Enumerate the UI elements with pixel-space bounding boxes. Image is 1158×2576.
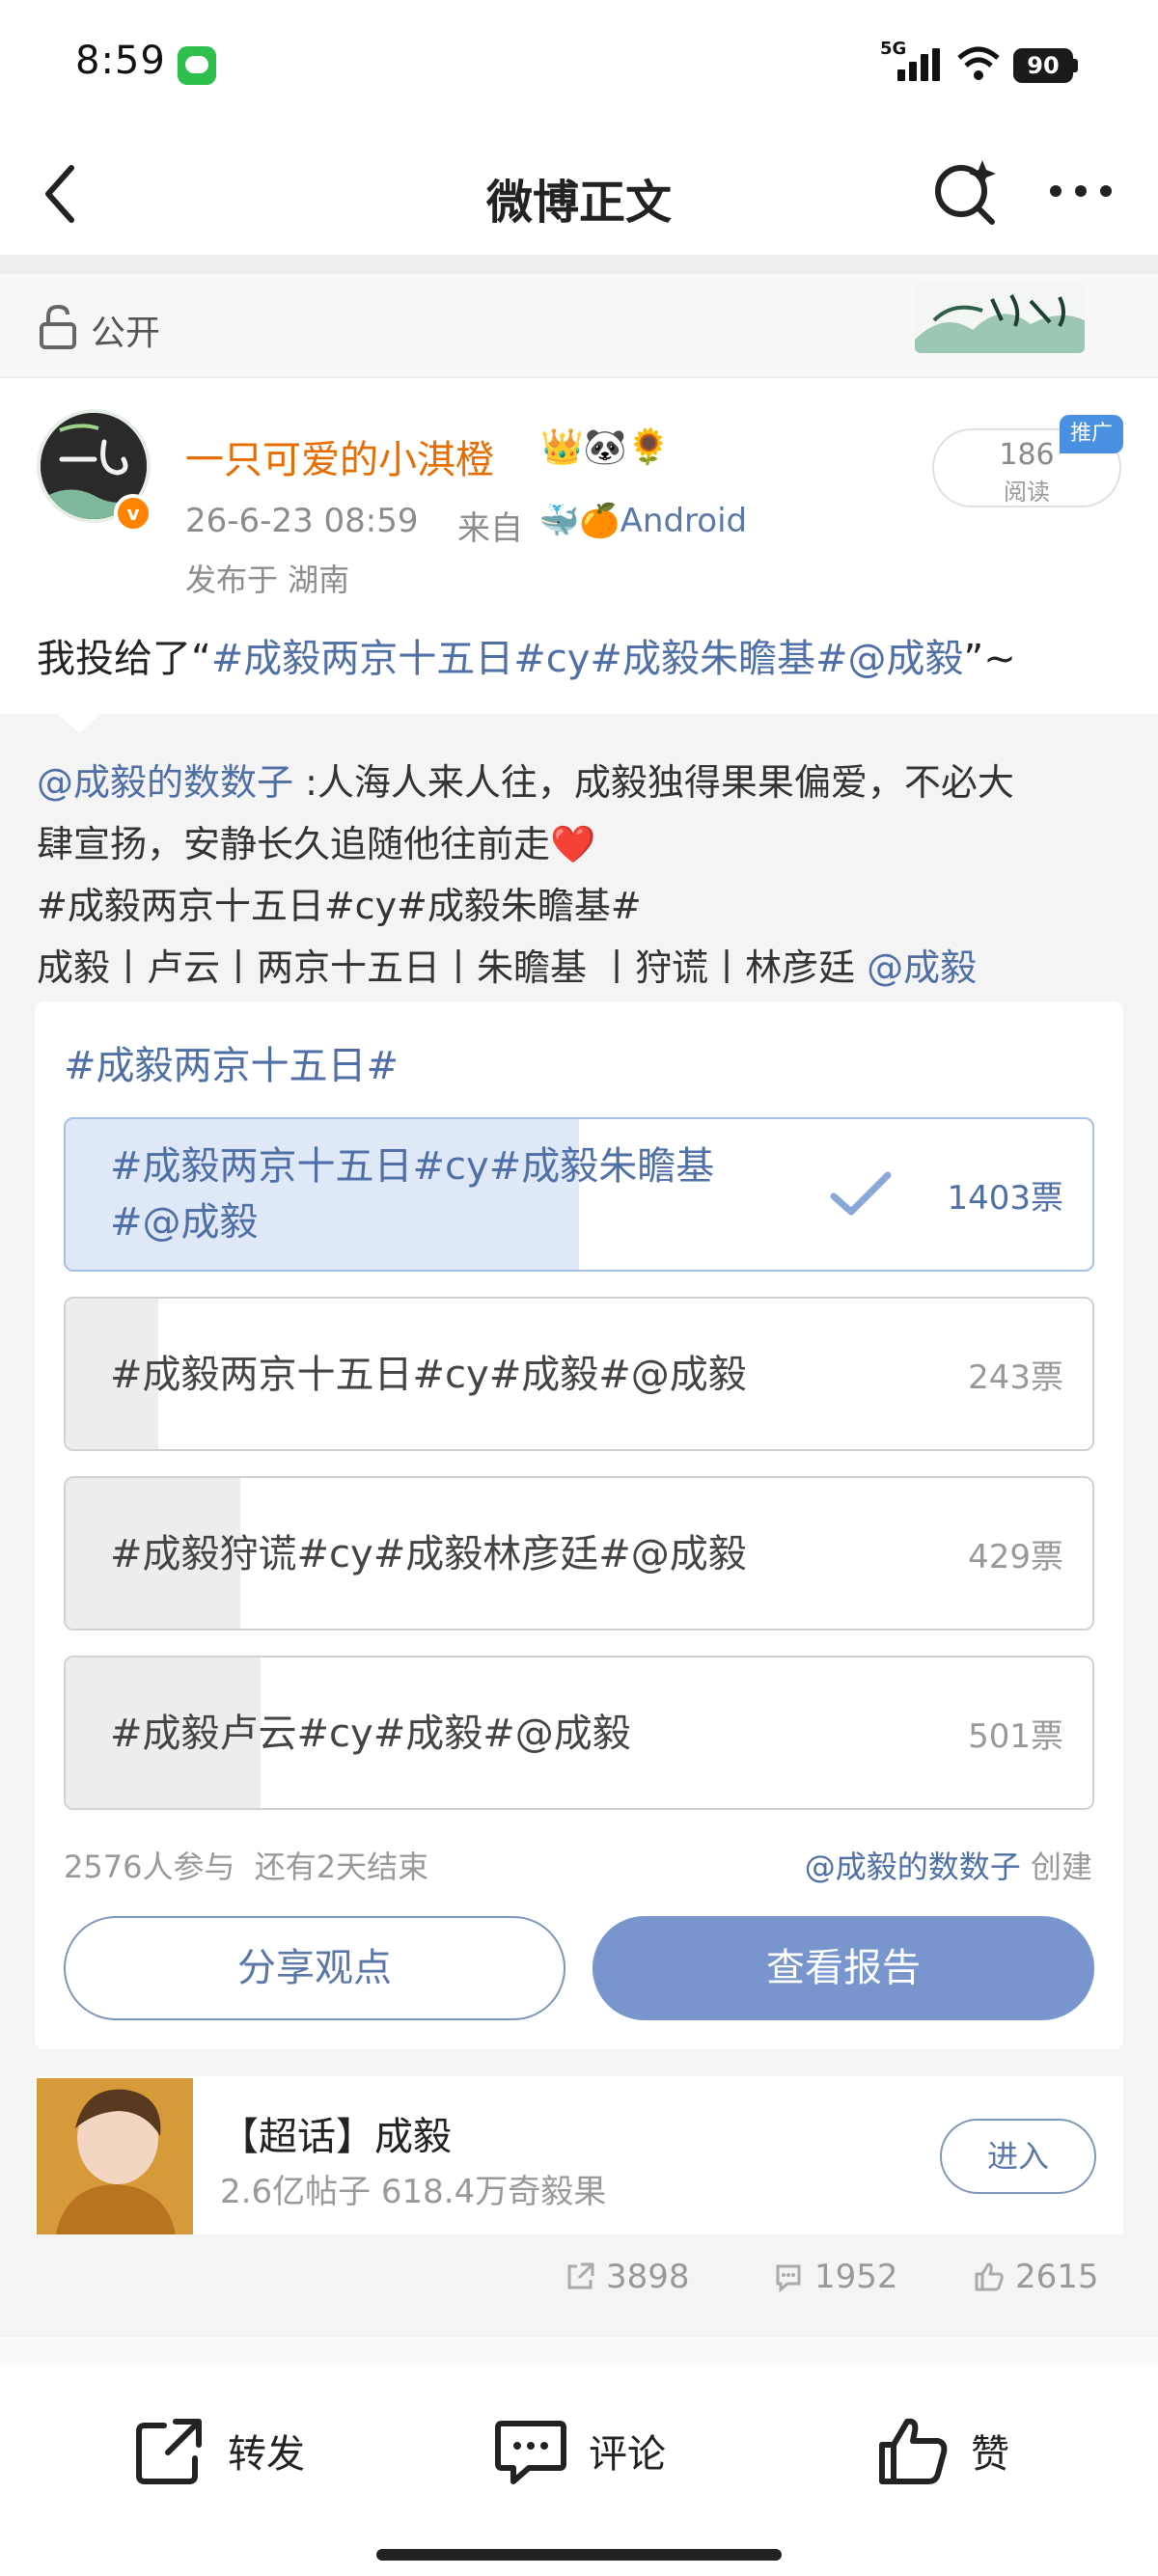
like-small-icon <box>975 2262 1004 2291</box>
poll-option-text-line2: #@成毅 <box>110 1200 259 1245</box>
enter-supertopic-button[interactable]: 进入 <box>940 2119 1096 2194</box>
post-time: 26-6-23 08:59 <box>185 502 419 540</box>
comment-icon <box>495 2421 566 2484</box>
supertopic-stats: 2.6亿帖子 618.4万奇毅果 <box>220 2173 607 2211</box>
more-icon[interactable] <box>1042 164 1119 218</box>
repost-button[interactable]: 转发 <box>133 2412 305 2489</box>
poll-option-text: #成毅狩谎#cy#成毅林彦廷#@成毅 <box>110 1532 747 1576</box>
source-device[interactable]: 🐳🍊Android <box>538 502 747 540</box>
repost-count[interactable]: 3898 <box>564 2258 690 2296</box>
repost-count-value: 3898 <box>606 2258 690 2296</box>
quote-pointer <box>58 714 100 733</box>
comment-label: 评论 <box>589 2432 666 2477</box>
verified-badge: v <box>114 494 152 533</box>
like-count[interactable]: 2615 <box>973 2258 1099 2296</box>
poll-creator-suffix: 创建 <box>1020 1849 1092 1885</box>
like-count-value: 2615 <box>1015 2258 1099 2296</box>
poll-option-votes: 243票 <box>968 1357 1063 1397</box>
visibility-label: 公开 <box>91 314 161 353</box>
check-icon <box>828 1167 896 1221</box>
source-label: 来自 <box>457 509 523 548</box>
poll-title[interactable]: #成毅两京十五日# <box>64 1034 399 1090</box>
author-name[interactable]: 一只可爱的小淇橙 <box>185 428 494 484</box>
poll-creator: @成毅的数数子 创建 <box>782 1843 1092 1887</box>
post-suffix: ”~ <box>963 637 1016 681</box>
battery-indicator: 90 <box>1013 48 1073 83</box>
post-location: 发布于 湖南 <box>185 562 350 598</box>
repost-icon <box>136 2419 202 2484</box>
quote-line-4: 成毅丨卢云丨两京十五日丨朱瞻基 丨狩谎丨林彦廷 @成毅 <box>37 938 977 991</box>
comment-count-value: 1952 <box>814 2258 898 2296</box>
poll-option-4[interactable]: #成毅卢云#cy#成毅#@成毅 501票 <box>64 1656 1094 1810</box>
status-time: 8:59 <box>75 39 166 83</box>
poll-option-text: #成毅两京十五日#cy#成毅#@成毅 <box>110 1353 747 1397</box>
poll-option-2[interactable]: #成毅两京十五日#cy#成毅#@成毅 243票 <box>64 1297 1094 1451</box>
top-nav: 微博正文 <box>0 135 1158 255</box>
section-divider <box>0 255 1158 274</box>
like-label: 赞 <box>971 2432 1009 2477</box>
quote-line4-mention[interactable]: @成毅 <box>867 946 977 989</box>
poll-participants: 2576人参与 <box>64 1849 235 1885</box>
supertopic-thumbnail <box>37 2078 193 2234</box>
post-hashtags[interactable]: #成毅两京十五日#cy#成毅朱瞻基#@成毅 <box>211 637 964 681</box>
repost-label: 转发 <box>228 2432 305 2477</box>
home-indicator[interactable] <box>376 2549 782 2561</box>
poll-stats: 2576人参与 还有2天结束 <box>64 1843 428 1887</box>
ad-badge: 推广 <box>1060 415 1123 453</box>
quote-line1-text: :人海人来人往，成毅独得果果偏爱，不必大 <box>293 761 1014 804</box>
poll-remaining: 还有2天结束 <box>254 1849 429 1885</box>
like-icon <box>879 2418 948 2484</box>
visibility-row: 公开 <box>0 274 1158 378</box>
quote-line-1: @成毅的数数子 :人海人来人往，成毅独得果果偏爱，不必大 <box>37 753 1014 806</box>
post-text: 我投给了“#成毅两京十五日#cy#成毅朱瞻基#@成毅”~ <box>37 627 1016 683</box>
quote-line-2: 肆宣扬，安静长久追随他往前走❤️ <box>37 823 596 865</box>
poll-option-text-line1: #成毅两京十五日#cy#成毅朱瞻基 <box>110 1144 715 1189</box>
message-app-icon <box>178 46 216 85</box>
quote-hashtags[interactable]: #成毅两京十五日#cy#成毅朱瞻基# <box>37 876 642 929</box>
poll-option-1[interactable]: #成毅两京十五日#cy#成毅朱瞻基 #@成毅 1403票 <box>64 1117 1094 1272</box>
comment-small-icon <box>776 2264 801 2293</box>
search-spark-icon[interactable] <box>928 154 1002 228</box>
decor-card-image <box>915 282 1085 353</box>
poll-creator-mention[interactable]: @成毅的数数子 <box>805 1849 1021 1885</box>
poll-option-text: #成毅两京十五日#cy#成毅朱瞻基 #@成毅 <box>110 1138 714 1250</box>
signal-icon <box>897 48 942 81</box>
repost-small-icon <box>567 2262 594 2289</box>
poll-option-votes: 1403票 <box>947 1178 1063 1218</box>
comment-button[interactable]: 评论 <box>494 2412 666 2489</box>
quote-line4-text: 成毅丨卢云丨两京十五日丨朱瞻基 丨狩谎丨林彦廷 <box>37 946 868 989</box>
quote-mention[interactable]: @成毅的数数子 <box>37 761 293 804</box>
poll-option-text: #成毅卢云#cy#成毅#@成毅 <box>110 1712 631 1756</box>
view-report-button[interactable]: 查看报告 <box>593 1916 1094 2020</box>
poll-option-votes: 501票 <box>968 1716 1063 1756</box>
share-opinion-button[interactable]: 分享观点 <box>64 1916 565 2020</box>
wifi-icon <box>955 44 1002 83</box>
lock-icon <box>39 303 77 349</box>
poll-option-votes: 429票 <box>968 1537 1063 1576</box>
like-button[interactable]: 赞 <box>876 2412 1009 2489</box>
supertopic-title[interactable]: 【超话】成毅 <box>220 2105 452 2161</box>
bottom-separator <box>0 2335 1158 2366</box>
post-prefix: 我投给了“ <box>37 637 211 681</box>
comment-count[interactable]: 1952 <box>772 2258 898 2296</box>
battery-tip <box>1073 59 1078 72</box>
poll-option-3[interactable]: #成毅狩谎#cy#成毅林彦廷#@成毅 429票 <box>64 1476 1094 1631</box>
read-label: 阅读 <box>1004 479 1050 506</box>
author-emoji-badges: 👑🐼🌻 <box>540 427 671 467</box>
